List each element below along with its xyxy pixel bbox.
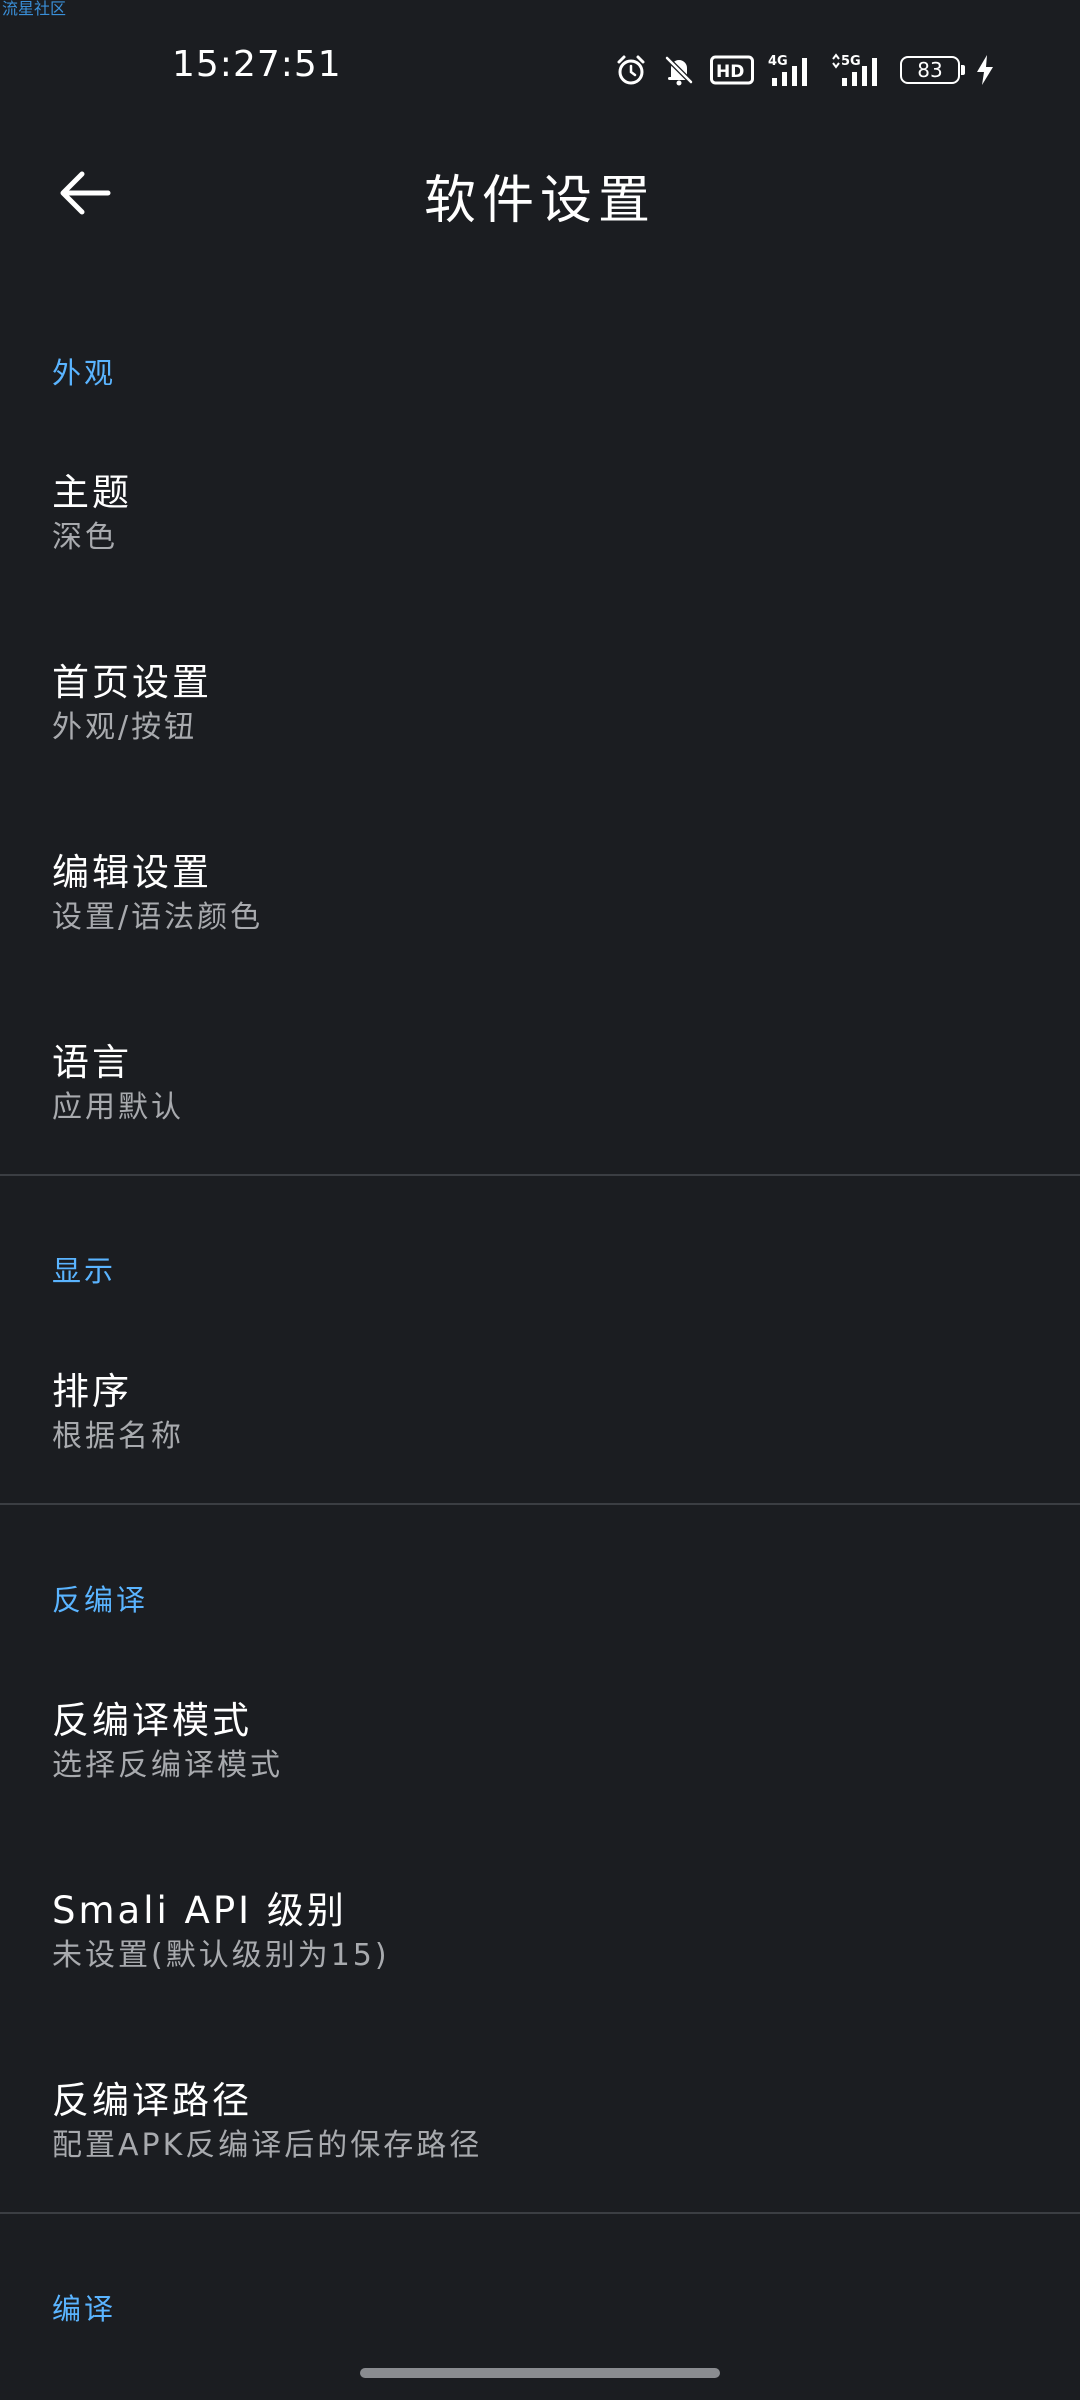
settings-screen: 流星社区 15:27:51 HD 4G 5G 83 软件设置 外观 主题 深色 … (0, 0, 1080, 2400)
pref-title: 首页设置 (52, 661, 212, 704)
pref-item-language[interactable]: 语言 应用默认 (0, 1032, 1080, 1222)
section-header-compile: 编译 (52, 2292, 117, 2326)
pref-title: 反编译模式 (52, 1699, 252, 1742)
section-divider (0, 1174, 1080, 1176)
pref-title: 排序 (52, 1370, 132, 1413)
home-indicator[interactable] (360, 2368, 720, 2378)
app-bar: 软件设置 (0, 140, 1080, 250)
pref-item-editor-settings[interactable]: 编辑设置 设置/语法颜色 (0, 842, 1080, 1032)
section-divider (0, 1503, 1080, 1505)
pref-summary: 应用默认 (52, 1090, 184, 1125)
battery-level: 83 (917, 58, 943, 82)
status-icons: HD 4G 5G 83 (614, 48, 996, 92)
pref-summary: 未设置(默认级别为15) (52, 1938, 390, 1973)
pref-summary: 根据名称 (52, 1419, 184, 1454)
network-2-label: 5G (841, 54, 861, 69)
section-header-display: 显示 (52, 1254, 117, 1288)
pref-summary: 深色 (52, 520, 118, 555)
pref-summary: 外观/按钮 (52, 710, 198, 745)
hd-badge-text: HD (716, 62, 744, 82)
pref-item-decompile-mode[interactable]: 反编译模式 选择反编译模式 (0, 1690, 1080, 1880)
watermark: 流星社区 (2, 0, 67, 18)
pref-summary: 设置/语法颜色 (52, 900, 264, 935)
section-divider (0, 2212, 1080, 2214)
status-bar: 15:27:51 HD 4G 5G 83 (0, 36, 1080, 100)
pref-item-theme[interactable]: 主题 深色 (0, 462, 1080, 652)
pref-title: Smali API 级别 (52, 1889, 347, 1932)
pref-title: 编辑设置 (52, 851, 212, 894)
pref-summary: 选择反编译模式 (52, 1748, 283, 1783)
alarm-icon (614, 53, 648, 87)
pref-title: 主题 (52, 471, 132, 514)
pref-title: 反编译路径 (52, 2079, 252, 2122)
hd-voice-icon: HD (710, 55, 754, 85)
signal-5g-icon: 5G (830, 52, 886, 88)
pref-summary: 配置APK反编译后的保存路径 (52, 2128, 483, 2163)
status-time: 15:27:51 (172, 44, 342, 85)
section-header-appearance: 外观 (52, 356, 117, 390)
pref-item-decompile-path[interactable]: 反编译路径 配置APK反编译后的保存路径 (0, 2070, 1080, 2260)
pref-item-home-settings[interactable]: 首页设置 外观/按钮 (0, 652, 1080, 842)
pref-title: 语言 (52, 1041, 132, 1084)
page-title: 软件设置 (423, 171, 656, 231)
battery-icon: 83 (900, 56, 965, 84)
pref-item-sort[interactable]: 排序 根据名称 (0, 1361, 1080, 1551)
section-header-decompile: 反编译 (52, 1583, 149, 1617)
mute-bell-icon (662, 53, 696, 87)
signal-4g-icon: 4G (768, 52, 816, 88)
charging-icon (974, 53, 996, 87)
network-1-label: 4G (768, 54, 788, 69)
pref-item-smali-api-level[interactable]: Smali API 级别 未设置(默认级别为15) (0, 1880, 1080, 2070)
